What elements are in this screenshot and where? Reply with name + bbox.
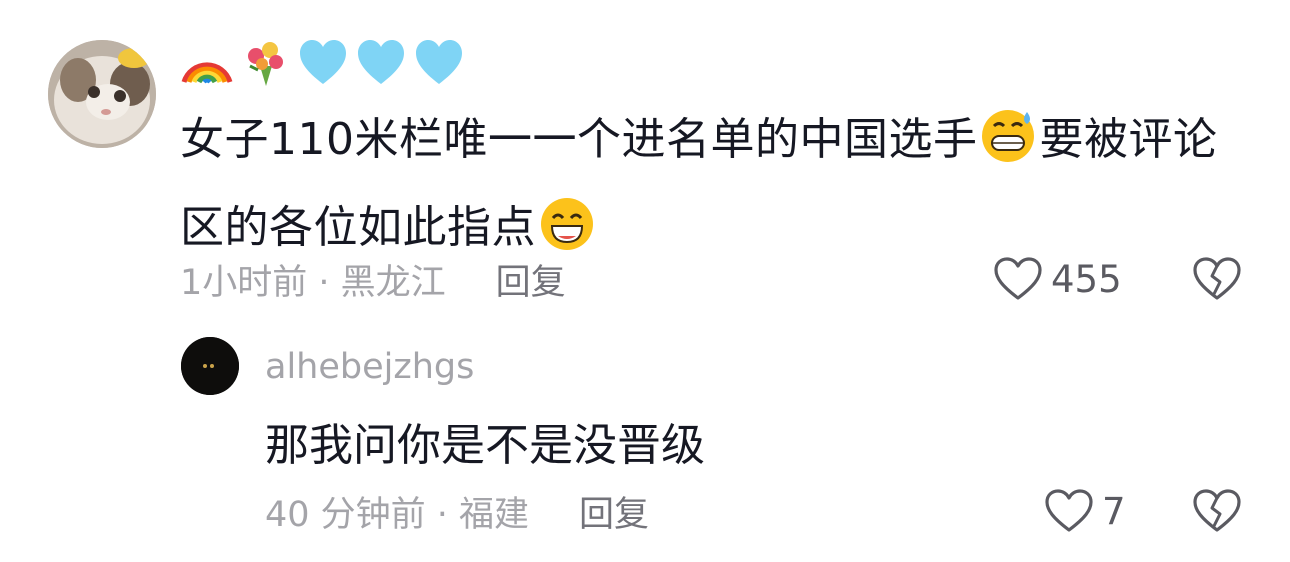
broken-heart-icon: [1193, 489, 1241, 532]
bouquet-icon: [248, 42, 283, 86]
reply-like-count: 7: [1102, 489, 1126, 533]
reply-meta: 40 分钟前 · 福建 回复: [265, 486, 649, 537]
rainbow-icon: [181, 62, 233, 84]
reply-button[interactable]: 回复: [496, 263, 566, 303]
heart-outline-icon: [994, 257, 1042, 300]
dislike-button[interactable]: [1192, 256, 1242, 306]
reply-username[interactable]: alhebejzhgs: [265, 347, 474, 387]
dark-avatar-icon: [181, 337, 239, 395]
heart-outline-icon: [1045, 489, 1093, 532]
comment-meta: 1小时前 · 黑龙江 回复: [180, 254, 566, 305]
commenter-avatar[interactable]: [48, 40, 156, 148]
grinning-sweat-emoji: [979, 106, 1037, 189]
light-blue-heart-icon: [300, 40, 346, 84]
reply-like-button[interactable]: 7: [1044, 488, 1126, 534]
reply-reply-button[interactable]: 回复: [579, 495, 649, 535]
comment-time-location: 1小时前 · 黑龙江: [180, 263, 446, 303]
reply-time-location: 40 分钟前 · 福建: [265, 495, 530, 535]
broken-heart-icon: [1193, 257, 1241, 300]
like-count: 455: [1051, 257, 1122, 301]
like-button[interactable]: 455: [993, 256, 1122, 302]
light-blue-heart-icon: [358, 40, 404, 84]
comment-text: 女子110米栏唯一一个进名单的中国选手 要被评论区的各位如此指点: [180, 101, 1260, 277]
reply-avatar[interactable]: [181, 337, 239, 395]
light-blue-heart-icon: [416, 40, 462, 84]
reply-dislike-button[interactable]: [1192, 488, 1242, 538]
commenter-emoji-name: [180, 36, 466, 90]
reply-text: 那我问你是不是没晋级: [265, 420, 705, 471]
cat-avatar-icon: [48, 40, 156, 148]
comment-text-part1: 女子110米栏唯一一个进名单的中国选手: [180, 114, 978, 165]
